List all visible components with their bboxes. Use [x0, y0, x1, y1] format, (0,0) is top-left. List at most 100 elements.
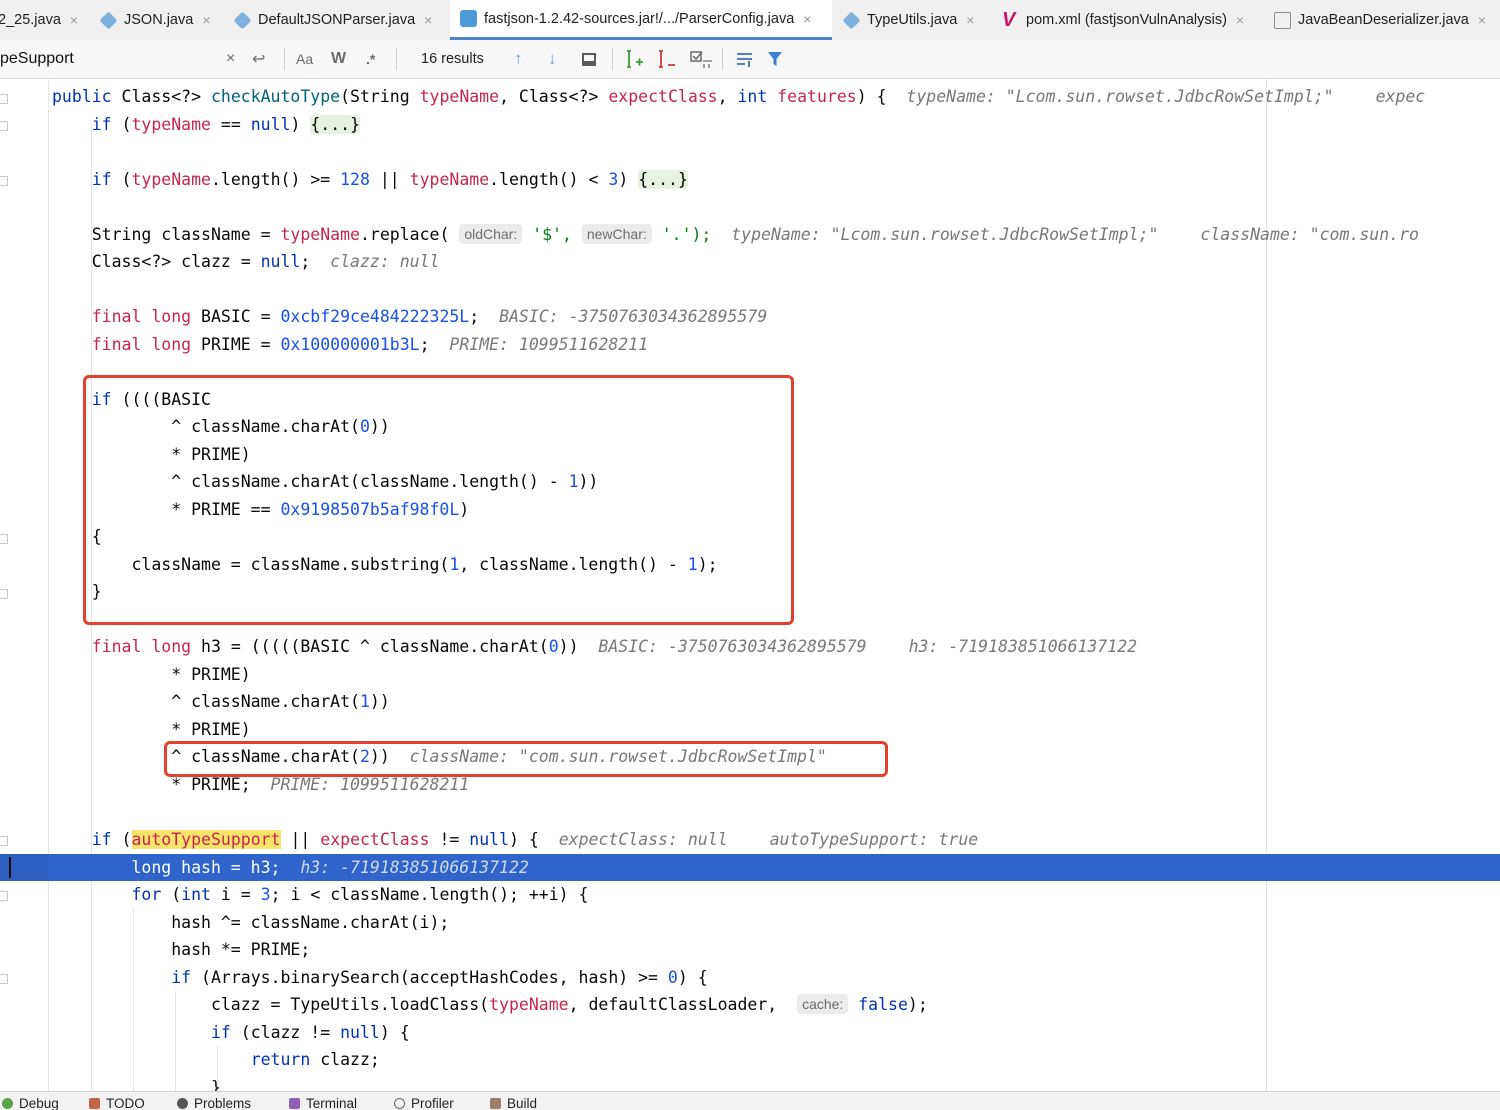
add-occurrence-button[interactable]: [626, 40, 644, 78]
code-line[interactable]: if (autoTypeSupport || expectClass != nu…: [52, 826, 978, 853]
token: 3: [260, 885, 271, 904]
tab-javabeandeserializer-java[interactable]: JavaBeanDeserializer.java ×: [1274, 0, 1500, 40]
select-all-occurrences-button[interactable]: [582, 40, 596, 78]
code-line[interactable]: final long BASIC = 0xcbf29ce484222325L; …: [52, 303, 768, 330]
whole-words-button[interactable]: W: [331, 40, 346, 78]
tab-pom-xml[interactable]: V pom.xml (fastjsonVulnAnalysis) ×: [1002, 0, 1260, 40]
token: final long: [91, 307, 192, 326]
folded-block[interactable]: {...}: [638, 170, 688, 189]
match-case-button[interactable]: Aa: [296, 40, 313, 78]
fold-marker-icon[interactable]: [0, 176, 8, 186]
debug-inline-value: className: "com.sun.ro: [1200, 225, 1419, 244]
tab-json-java[interactable]: JSON.java ×: [99, 0, 222, 40]
add-occurrence-icon: [627, 50, 643, 68]
code-line[interactable]: if (clazz != null) {: [52, 1019, 410, 1046]
next-occurrence-button[interactable]: ↓: [548, 40, 557, 78]
token: );: [907, 995, 928, 1014]
problems-tool-button[interactable]: Problems: [177, 1096, 251, 1110]
code-line[interactable]: public Class<?> checkAutoType(String typ…: [52, 83, 1425, 110]
filter-search-results-button[interactable]: [736, 40, 756, 78]
close-icon[interactable]: ×: [966, 12, 974, 28]
code-line[interactable]: if (typeName == null) {...}: [52, 111, 361, 138]
code-line[interactable]: final long h3 = (((((BASIC ^ className.c…: [52, 633, 1137, 660]
token: .replace(: [359, 225, 460, 244]
fold-marker-icon[interactable]: [0, 974, 8, 984]
clear-search-icon[interactable]: ×: [226, 40, 235, 78]
code-line[interactable]: hash *= PRIME;: [52, 936, 310, 963]
search-match: autoTypeSupport: [131, 830, 281, 849]
token: typeName: [280, 225, 360, 244]
token: 0: [667, 968, 678, 987]
close-icon[interactable]: ×: [424, 12, 432, 28]
token: 0: [548, 637, 559, 656]
code-line[interactable]: final long PRIME = 0x100000001b3L; PRIME…: [52, 331, 648, 358]
tab-2-25-java[interactable]: 2_25.java ×: [0, 0, 88, 40]
code-line[interactable]: for (int i = 3; i < className.length(); …: [52, 881, 588, 908]
code-line[interactable]: hash ^= className.charAt(i);: [52, 909, 449, 936]
code-line[interactable]: * PRIME): [52, 661, 250, 688]
problems-icon: [177, 1098, 188, 1109]
token: typeName: [409, 170, 490, 189]
profiler-tool-button[interactable]: Profiler: [394, 1096, 454, 1110]
previous-occurrence-button[interactable]: ↑: [514, 40, 523, 78]
token: final long: [91, 637, 192, 656]
terminal-tool-button[interactable]: Terminal: [289, 1096, 357, 1110]
token: (: [111, 115, 132, 134]
token: (: [161, 885, 182, 904]
debug-inline-value: typeName: "Lcom.sun.rowset.JdbcRowSetImp…: [906, 87, 1334, 106]
tab-parserconfig-java[interactable]: fastjson-1.2.42-sources.jar!/.../ParserC…: [450, 0, 832, 40]
gutter-divider: [48, 79, 49, 1091]
code-line[interactable]: Class<?> clazz = null; clazz: null: [52, 248, 440, 275]
filter-button[interactable]: [767, 40, 783, 78]
close-icon[interactable]: ×: [202, 12, 210, 28]
regex-button[interactable]: .*: [366, 40, 375, 78]
token: )): [369, 692, 390, 711]
remove-occurrence-button[interactable]: [658, 40, 676, 78]
code-line[interactable]: if (Arrays.binarySearch(acceptHashCodes,…: [52, 964, 707, 991]
tab-typeutils-java[interactable]: TypeUtils.java ×: [842, 0, 991, 40]
debug-inline-value: BASIC: -3750763034362895579: [598, 637, 867, 656]
fold-marker-icon[interactable]: [0, 891, 8, 901]
fold-marker-icon[interactable]: [0, 836, 8, 846]
token: typeName: [131, 115, 211, 134]
fold-marker-icon[interactable]: [0, 94, 8, 104]
fold-marker-icon[interactable]: [0, 589, 8, 599]
token: ;: [300, 252, 331, 271]
build-tool-button[interactable]: Build: [490, 1096, 537, 1110]
search-input[interactable]: peSupport: [0, 40, 220, 78]
code-line[interactable]: clazz = TypeUtils.loadClass(typeName, de…: [52, 991, 928, 1018]
code-line[interactable]: ^ className.charAt(1)): [52, 688, 390, 715]
code-line[interactable]: return clazz;: [52, 1046, 380, 1073]
token: hash *= PRIME;: [52, 940, 311, 959]
code-line[interactable]: String className = typeName.replace( old…: [52, 221, 1419, 248]
code-line[interactable]: if (typeName.length() >= 128 || typeName…: [52, 166, 688, 193]
debug-tool-button[interactable]: Debug: [2, 1096, 59, 1110]
new-line-icon[interactable]: ↩: [252, 40, 265, 78]
close-icon[interactable]: ×: [1236, 12, 1244, 28]
tab-defaultjsonparser-java[interactable]: DefaultJSONParser.java ×: [233, 0, 444, 40]
method-name: checkAutoType: [210, 87, 341, 106]
maven-icon: V: [1002, 8, 1016, 31]
fold-marker-icon[interactable]: [0, 534, 8, 544]
current-code-line[interactable]: long hash = h3; h3: -7191838510661371​22: [52, 854, 528, 881]
fold-marker-icon[interactable]: [0, 121, 8, 131]
token: int: [181, 885, 211, 904]
close-icon[interactable]: ×: [1478, 12, 1486, 28]
tool-window-bar: Debug TODO Problems Terminal Profiler Bu…: [0, 1091, 1500, 1110]
profiler-icon: [394, 1098, 405, 1109]
token: clazz = TypeUtils.loadClass(: [52, 995, 490, 1014]
gutter-current-line: [0, 854, 48, 881]
code-line[interactable]: }: [52, 1074, 221, 1091]
token: String className =: [52, 225, 281, 244]
token: ||: [369, 170, 410, 189]
code-editor[interactable]: public Class<?> checkAutoType(String typ…: [0, 79, 1500, 1091]
folded-block[interactable]: {...}: [310, 115, 361, 134]
exclude-occurrence-button[interactable]: [690, 40, 714, 78]
todo-tool-button[interactable]: TODO: [89, 1096, 145, 1110]
token: hash ^= className.charAt(i);: [52, 913, 450, 932]
code-line[interactable]: * PRIME): [52, 716, 250, 743]
close-icon[interactable]: ×: [70, 12, 78, 28]
close-icon[interactable]: ×: [803, 11, 811, 27]
